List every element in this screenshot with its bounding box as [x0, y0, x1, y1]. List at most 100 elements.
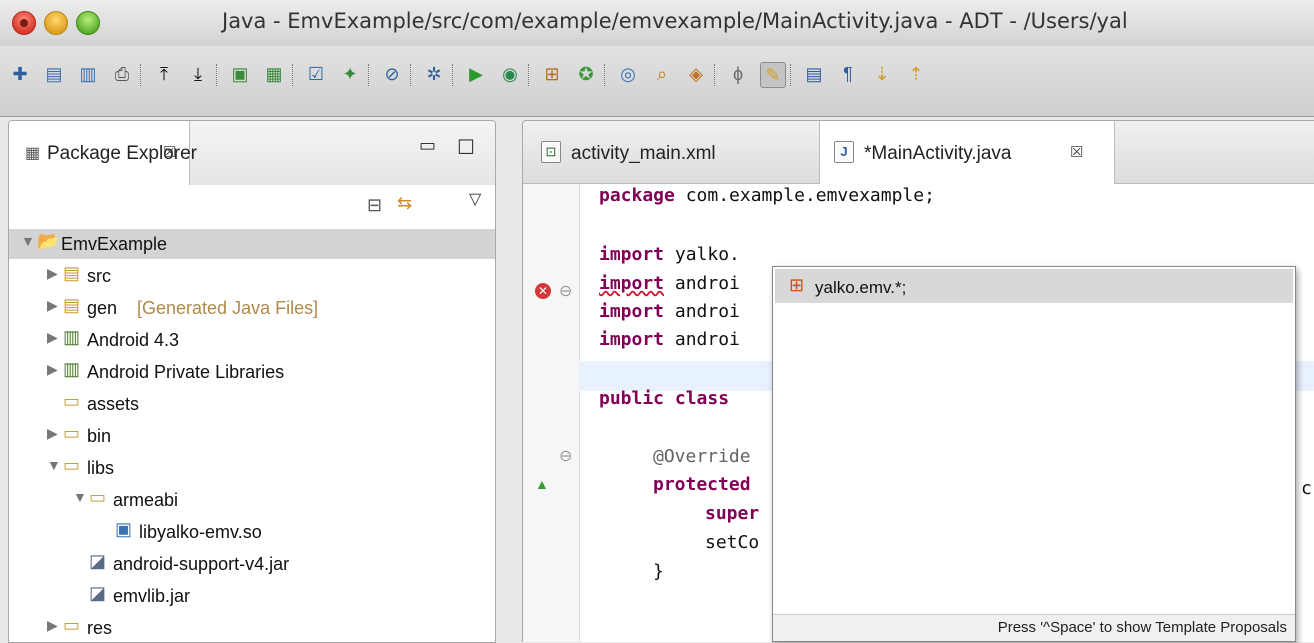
proposal-item[interactable]: ⊞ yalko.emv.*;: [775, 269, 1293, 303]
library-icon: ▥: [63, 327, 81, 347]
collapsed-twisty-icon[interactable]: ▶: [47, 265, 58, 282]
code-line-10: @Override: [653, 446, 751, 467]
new-icon[interactable]: ✚: [8, 62, 32, 86]
toggle-block-selection-icon[interactable]: ✎: [760, 62, 786, 88]
back-icon[interactable]: ⇡: [904, 62, 928, 86]
android-project-icon: 📂: [37, 231, 60, 251]
folder-icon: ▭: [63, 615, 81, 635]
maximize-view-icon[interactable]: ☐: [457, 135, 475, 160]
tree-item[interactable]: ▼ ▭ armeabi: [9, 485, 495, 515]
tree-item-label: emvlib.jar: [113, 586, 191, 606]
collapsed-twisty-icon[interactable]: ▶: [47, 329, 58, 346]
tree-item-label: libyalko-emv.so: [139, 522, 262, 542]
tree-item[interactable]: ▶ ▭ bin: [9, 421, 495, 451]
code-text: yalko.: [664, 244, 740, 265]
tree-item-label: libs: [87, 458, 115, 478]
expanded-twisty-icon[interactable]: ▼: [47, 457, 61, 473]
collapsed-twisty-icon[interactable]: ▶: [47, 297, 58, 314]
toolbar-separator: [528, 64, 530, 86]
keyword: import: [599, 301, 665, 322]
toolbar-separator: [790, 64, 792, 86]
close-tab-icon[interactable]: ☒: [163, 143, 176, 161]
tree-item[interactable]: ▼ ▭ libs: [9, 453, 495, 483]
open-type-icon[interactable]: ◎: [616, 62, 640, 86]
tree-item[interactable]: ▶ ▥ Android Private Libraries: [9, 357, 495, 387]
proposal-label: yalko.emv.*;: [815, 278, 907, 297]
collapsed-twisty-icon[interactable]: ▶: [47, 617, 58, 634]
debug-icon[interactable]: ✲: [422, 62, 446, 86]
download-icon[interactable]: ⤓: [186, 62, 210, 86]
next-annotation-icon[interactable]: ¶: [836, 62, 860, 86]
close-window-button[interactable]: [12, 11, 36, 35]
show-whitespace-icon[interactable]: ▤: [802, 62, 826, 86]
new-android-project-icon[interactable]: ✦: [338, 62, 362, 86]
toggle-mark-occurrences-icon[interactable]: ϕ: [726, 62, 750, 86]
toolbar-separator: [714, 64, 716, 86]
checkbox-icon[interactable]: ☑: [304, 62, 328, 86]
toolbar-separator: [604, 64, 606, 86]
avd-manager-icon[interactable]: ▦: [262, 62, 286, 86]
jar-icon: ◪: [89, 583, 107, 603]
tree-item[interactable]: ▼ 📂 EmvExample: [9, 229, 495, 259]
tab-package-explorer[interactable]: ▦ Package Explorer ☒: [9, 121, 197, 185]
tab-mainactivity-java[interactable]: J *MainActivity.java ☒: [819, 121, 1115, 184]
tree-item[interactable]: ▶ ▤ gen [Generated Java Files]: [9, 293, 495, 323]
new-java-class-icon[interactable]: ✪: [574, 62, 598, 86]
tree-item[interactable]: ▶ ▤ src: [9, 261, 495, 291]
close-tab-icon[interactable]: ☒: [1070, 143, 1083, 161]
minimize-window-button[interactable]: [44, 11, 68, 35]
run-icon[interactable]: ▶: [464, 62, 488, 86]
expanded-twisty-icon[interactable]: ▼: [21, 233, 35, 249]
skip-breakpoints-icon[interactable]: ⊘: [380, 62, 404, 86]
collapsed-twisty-icon[interactable]: ▶: [47, 361, 58, 378]
fold-collapse-icon[interactable]: ⊖: [559, 281, 572, 301]
upload-icon[interactable]: ⤒: [152, 62, 176, 86]
package-explorer-toolbar: ⊟ ⇆ ▽: [9, 185, 495, 229]
tree-item[interactable]: ▣ libyalko-emv.so: [9, 517, 495, 547]
content-assist-popup[interactable]: ⊞ yalko.emv.*; Press '^Space' to show Te…: [772, 266, 1296, 642]
tree-item-decoration: [Generated Java Files]: [137, 298, 319, 318]
main-toolbar: ✚ ▤ ▥ ⎙ ⤒ ⤓ ▣ ▦ ☑ ✦ ⊘ ✲ ▶ ◉ ⊞ ✪ ◎ ⌕ ◈ ϕ ✎ ▤ ¶ ⇣ ⇡: [0, 46, 1314, 117]
minimize-view-icon[interactable]: ▭: [419, 135, 436, 156]
view-menu-icon[interactable]: ▽: [469, 189, 481, 209]
print-icon[interactable]: ⎙: [110, 62, 134, 86]
link-with-editor-icon[interactable]: ⇆: [397, 193, 412, 214]
code-line-14: }: [653, 561, 664, 582]
search-icon[interactable]: ⌕: [650, 62, 674, 86]
tree-item[interactable]: ▶ ▥ Android 4.3: [9, 325, 495, 355]
tree-item[interactable]: ▶ ▭ res: [9, 613, 495, 642]
code-text: androi: [664, 273, 740, 294]
zoom-window-button[interactable]: [76, 11, 100, 35]
new-java-package-icon[interactable]: ⊞: [540, 62, 564, 86]
package-explorer-icon: ▦: [25, 145, 41, 162]
title-bar: Java - EmvExample/src/com/example/emvexa…: [0, 0, 1314, 47]
collapse-all-icon[interactable]: ⊟: [367, 195, 382, 216]
tab-activity-main-xml[interactable]: ⊡ activity_main.xml: [535, 121, 815, 183]
tree-item[interactable]: ▭ assets: [9, 389, 495, 419]
code-line-8: public class: [599, 388, 729, 418]
open-perspective-icon[interactable]: ◈: [684, 62, 708, 86]
content-assist-status-bar: Press '^Space' to show Template Proposal…: [773, 614, 1295, 641]
content-assist-hint: Press '^Space' to show Template Proposal…: [997, 619, 1287, 636]
save-all-icon[interactable]: ▥: [76, 62, 100, 86]
tree-item-label: EmvExample: [61, 234, 168, 254]
editor-tab-bar: ⊡ activity_main.xml J *MainActivity.java…: [523, 121, 1314, 184]
toolbar-separator: [216, 64, 218, 86]
save-icon[interactable]: ▤: [42, 62, 66, 86]
fold-collapse-icon[interactable]: ⊖: [559, 446, 572, 466]
tree-item[interactable]: ◪ android-support-v4.jar: [9, 549, 495, 579]
jar-icon: ◪: [89, 551, 107, 571]
tree-item-label: src: [87, 266, 111, 286]
collapsed-twisty-icon[interactable]: ▶: [47, 425, 58, 442]
override-marker-icon[interactable]: ▲: [535, 476, 549, 492]
external-tools-icon[interactable]: ◉: [498, 62, 522, 86]
tab-label: activity_main.xml: [571, 143, 716, 164]
tree-item[interactable]: ◪ emvlib.jar: [9, 581, 495, 611]
tree-item-label: armeabi: [113, 490, 179, 510]
tree-item-label: Android 4.3: [87, 330, 180, 350]
error-marker-icon[interactable]: ✕: [535, 283, 551, 299]
expanded-twisty-icon[interactable]: ▼: [73, 489, 87, 505]
toolbar-separator: [410, 64, 412, 86]
previous-annotation-icon[interactable]: ⇣: [870, 62, 894, 86]
android-sdk-manager-icon[interactable]: ▣: [228, 62, 252, 86]
